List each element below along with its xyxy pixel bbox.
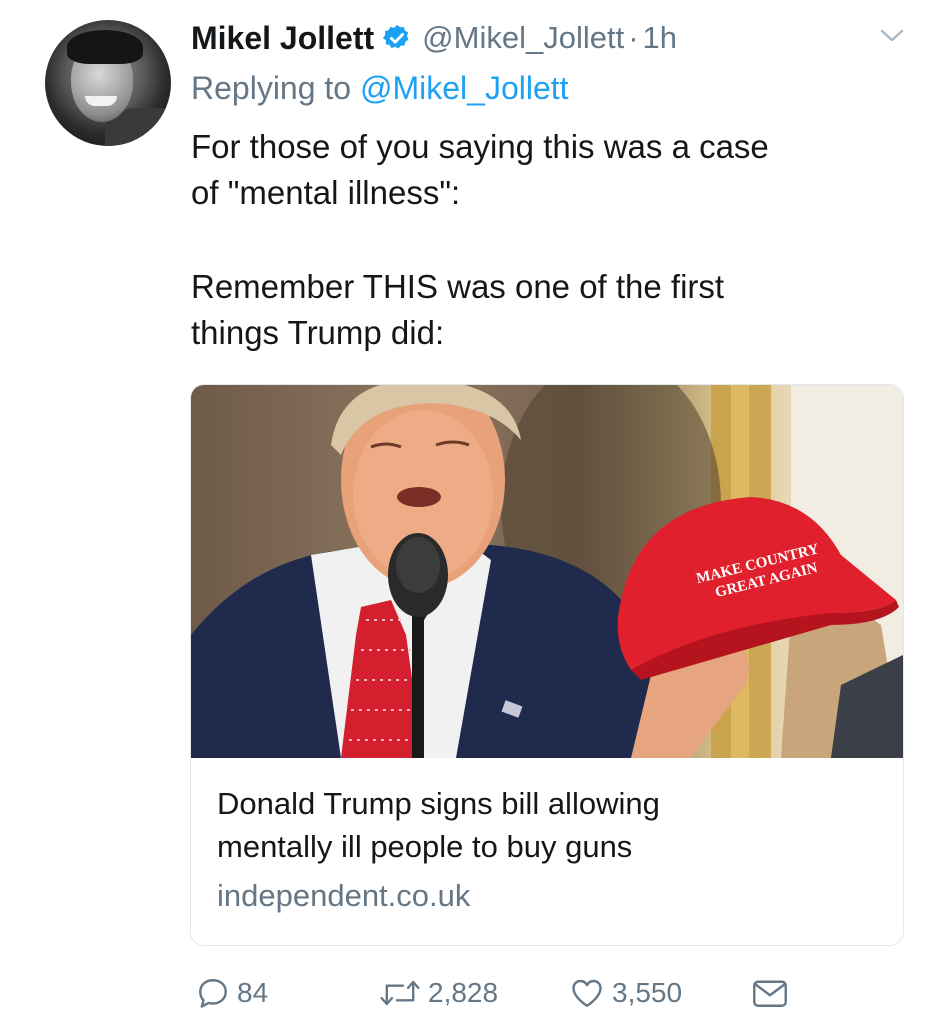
retweet-button[interactable]: 2,828: [378, 968, 498, 1018]
author-name[interactable]: Mikel Jollett: [191, 20, 374, 57]
direct-message-icon: [753, 980, 787, 1007]
author-handle[interactable]: @Mikel_Jollett: [422, 20, 624, 56]
avatar[interactable]: [45, 20, 171, 146]
card-domain[interactable]: independent.co.uk: [217, 878, 877, 914]
replying-to: Replying to @Mikel_Jollett: [191, 70, 569, 107]
tweet-text-line: things Trump did:: [191, 314, 445, 351]
tweet-time[interactable]: 1h: [643, 20, 677, 56]
card-photo: MAKE COUNTRY GREAT AGAIN: [191, 385, 903, 758]
card-title-line: Donald Trump signs bill allowing: [217, 786, 660, 821]
card-text: Donald Trump signs bill allowing mentall…: [217, 782, 877, 914]
tweet-text: For those of you saying this was a case …: [191, 124, 891, 356]
reply-count: 84: [237, 977, 269, 1008]
retweet-icon: [380, 980, 420, 1006]
like-count: 3,550: [612, 977, 683, 1008]
link-card[interactable]: MAKE COUNTRY GREAT AGAIN Donald Trump si…: [190, 384, 904, 946]
tweet-text-line: For those of you saying this was a case: [191, 128, 769, 165]
verified-badge-icon: [383, 24, 409, 49]
like-icon: [572, 979, 602, 1007]
reply-icon: [199, 979, 227, 1008]
like-button[interactable]: 3,550: [568, 968, 682, 1018]
avatar-hair: [67, 30, 143, 64]
replying-mention[interactable]: @Mikel_Jollett: [360, 70, 569, 106]
replying-prefix: Replying to: [191, 70, 352, 106]
card-title-line: mentally ill people to buy guns: [217, 829, 633, 864]
avatar-smile: [85, 96, 117, 106]
chevron-down-icon[interactable]: [879, 26, 905, 46]
tweet-text-line: of "mental illness":: [191, 174, 461, 211]
card-title[interactable]: Donald Trump signs bill allowing mentall…: [217, 782, 877, 868]
retweet-count: 2,828: [428, 977, 499, 1008]
tweet-text-line: Remember THIS was one of the first: [191, 268, 725, 305]
tweet-header: Mikel Jollett @Mikel_Jollett · 1h: [191, 18, 677, 58]
reply-button[interactable]: 84: [195, 968, 268, 1018]
direct-message-button[interactable]: [750, 968, 790, 1018]
separator-dot: ·: [628, 20, 639, 55]
card-image[interactable]: MAKE COUNTRY GREAT AGAIN: [191, 385, 903, 758]
tweet-actions: 84 2,828 3,550: [0, 968, 949, 1018]
